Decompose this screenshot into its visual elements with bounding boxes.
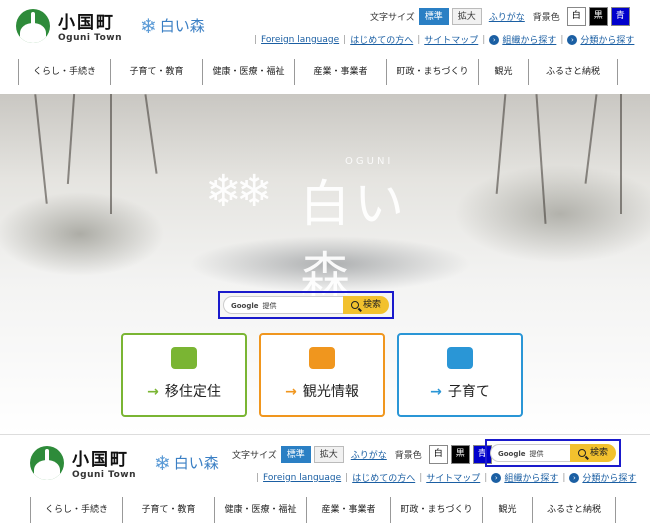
arrow-right-icon: ›: [489, 34, 500, 45]
town-name-jp: 小国町: [72, 450, 129, 470]
arrow-right-icon: ›: [569, 472, 580, 483]
fontsize-standard-button[interactable]: 標準: [418, 8, 449, 25]
arrow-right-icon: ›: [567, 34, 578, 45]
card-kosodate[interactable]: → 子育て: [397, 333, 523, 417]
fontsize-enlarge-button[interactable]: 拡大: [313, 446, 344, 463]
snowflake-icon: ❄: [153, 450, 171, 475]
rocking-horse-icon: [447, 347, 473, 369]
fontsize-standard-button[interactable]: 標準: [280, 446, 311, 463]
card-kanko-joho[interactable]: → 観光情報: [259, 333, 385, 417]
search-input[interactable]: Google 提供: [490, 444, 570, 462]
fontsize-label: 文字サイズ: [232, 451, 277, 461]
nav-item-living[interactable]: くらし・手続き: [30, 497, 122, 523]
nav-item-industry[interactable]: 産業・事業者: [306, 497, 390, 523]
search-by-org-link[interactable]: 組織から探す: [504, 471, 558, 484]
first-time-link[interactable]: はじめての方へ: [352, 471, 415, 484]
hero-search: Google 提供 検索: [218, 291, 395, 319]
bg-black-button[interactable]: 黒: [450, 445, 470, 464]
brand-logo: ❄ 白い森: [153, 450, 219, 475]
bgcolor-label: 背景色: [532, 13, 560, 23]
nav-item-industry[interactable]: 産業・事業者: [294, 59, 386, 85]
search-button[interactable]: 検索: [343, 296, 390, 314]
first-time-link[interactable]: はじめての方へ: [350, 33, 413, 46]
house-icon: [171, 347, 197, 369]
site-logo[interactable]: 小国町 Oguni Town ❄ 白い森: [30, 445, 219, 480]
nav-item-health[interactable]: 健康・医療・福祉: [214, 497, 306, 523]
global-nav: くらし・手続き 子育て・教育 健康・医療・福祉 産業・事業者 町政・まちづくり …: [30, 497, 616, 523]
search-icon: [578, 449, 586, 457]
arrow-right-icon: ›: [491, 472, 502, 483]
foreign-language-link[interactable]: Foreign language: [263, 473, 341, 483]
header-search: Google 提供 検索: [485, 439, 622, 467]
sitemap-link[interactable]: サイトマップ: [426, 471, 480, 484]
nav-item-childcare[interactable]: 子育て・教育: [122, 497, 214, 523]
sticky-header: 小国町 Oguni Town ❄ 白い森 文字サイズ 標準 拡大 ふりがな 背景…: [0, 434, 650, 529]
town-name-en: Oguni Town: [72, 470, 136, 480]
furigana-link[interactable]: ふりがな: [489, 10, 525, 23]
nav-item-childcare[interactable]: 子育て・教育: [110, 59, 202, 85]
search-icon: [351, 301, 359, 309]
hero-banner: OGUNI ❄❄ 白い森 Google 提供 検索 → 移住定住 → 観光情報 → 子育…: [0, 94, 650, 434]
nav-item-tourism[interactable]: 観光: [478, 59, 528, 85]
search-by-category-link[interactable]: 分類から探す: [580, 33, 634, 46]
sitemap-link[interactable]: サイトマップ: [424, 33, 478, 46]
accessibility-toolbar: 文字サイズ 標準 拡大 ふりがな 背景色 白 黒 青: [232, 445, 492, 464]
furigana-link[interactable]: ふりがな: [351, 448, 387, 461]
search-button[interactable]: 検索: [570, 444, 617, 462]
camera-icon: [309, 347, 335, 369]
bgcolor-label: 背景色: [394, 451, 422, 461]
card-iju-teiju[interactable]: → 移住定住: [121, 333, 247, 417]
town-name-en: Oguni Town: [58, 33, 122, 43]
search-input[interactable]: Google 提供: [223, 296, 343, 314]
bg-blue-button[interactable]: 青: [610, 7, 630, 26]
snowflake-icon: ❄: [139, 13, 157, 38]
header-links: | Foreign language | はじめての方へ | サイトマップ | …: [254, 33, 635, 46]
town-name-jp: 小国町: [58, 13, 115, 33]
shiroi-mori-wordmark: OGUNI ❄❄ 白い森: [205, 156, 408, 305]
header-links: | Foreign language | はじめての方へ | サイトマップ | …: [256, 471, 637, 484]
nav-item-tourism[interactable]: 観光: [482, 497, 532, 523]
nav-item-living[interactable]: くらし・手続き: [18, 59, 110, 85]
global-nav: くらし・手続き 子育て・教育 健康・医療・福祉 産業・事業者 町政・まちづくり …: [18, 59, 618, 85]
site-logo[interactable]: 小国町 Oguni Town ❄ 白い森: [16, 8, 205, 43]
bg-white-button[interactable]: 白: [428, 445, 448, 464]
fontsize-enlarge-button[interactable]: 拡大: [451, 8, 482, 25]
foreign-language-link[interactable]: Foreign language: [261, 35, 339, 45]
town-emblem-icon: [16, 8, 50, 43]
search-by-category-link[interactable]: 分類から探す: [582, 471, 636, 484]
bg-white-button[interactable]: 白: [566, 7, 586, 26]
nav-item-town[interactable]: 町政・まちづくり: [390, 497, 482, 523]
nav-item-furusato[interactable]: ふるさと納税: [528, 59, 618, 85]
town-emblem-icon: [30, 445, 64, 480]
brand-logo: ❄ 白い森: [139, 13, 205, 38]
nav-item-town[interactable]: 町政・まちづくり: [386, 59, 478, 85]
search-by-org-link[interactable]: 組織から探す: [502, 33, 556, 46]
accessibility-toolbar: 文字サイズ 標準 拡大 ふりがな 背景色 白 黒 青: [370, 7, 630, 26]
nav-item-furusato[interactable]: ふるさと納税: [532, 497, 616, 523]
fontsize-label: 文字サイズ: [370, 13, 415, 23]
site-header: 小国町 Oguni Town ❄ 白い森 文字サイズ 標準 拡大 ふりがな 背景…: [0, 0, 650, 94]
bg-black-button[interactable]: 黒: [588, 7, 608, 26]
snowflake-icon: ❄❄: [205, 166, 273, 217]
nav-item-health[interactable]: 健康・医療・福祉: [202, 59, 294, 85]
